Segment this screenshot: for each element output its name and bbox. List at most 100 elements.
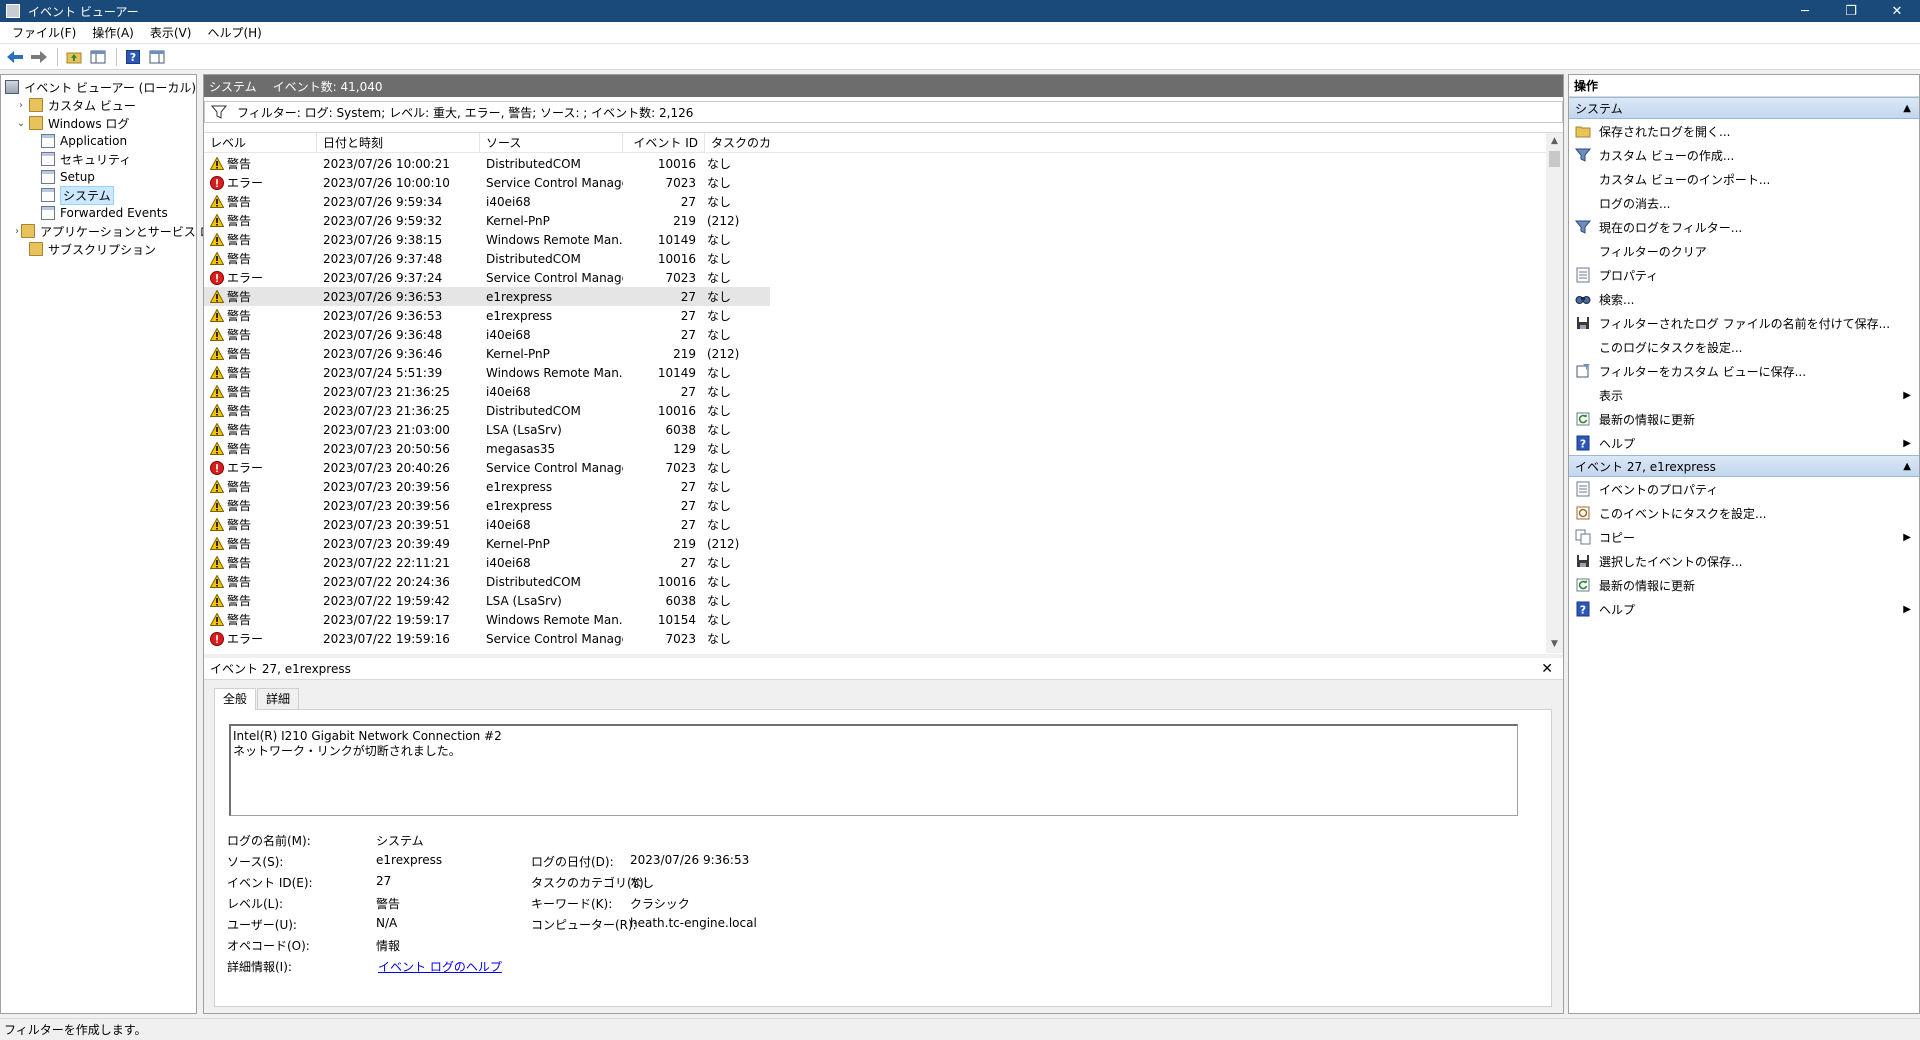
menu-file[interactable]: ファイル(F) <box>4 24 84 41</box>
tree-item[interactable]: Forwarded Events <box>1 204 196 222</box>
back-arrow-icon[interactable] <box>4 46 26 68</box>
warning-icon <box>209 593 225 607</box>
event-row[interactable]: 警告 2023/07/22 22:11:21 i40ei68 27 なし <box>204 553 1544 572</box>
action-item[interactable]: ? ヘルプ ▶ <box>1569 431 1919 455</box>
event-row[interactable]: 警告 2023/07/23 21:36:25 i40ei68 27 なし <box>204 382 1544 401</box>
tree-item-label: Forwarded Events <box>60 206 168 220</box>
collapse-caret-icon[interactable]: ▲ <box>1903 461 1911 472</box>
action-item[interactable]: コピー ▶ <box>1569 525 1919 549</box>
event-row[interactable]: 警告 2023/07/26 9:59:32 Kernel-PnP 219 (212) <box>204 211 1544 230</box>
action-item[interactable]: フィルターされたログ ファイルの名前を付けて保存... <box>1569 311 1919 335</box>
event-date: 2023/07/26 9:36:46 <box>323 346 443 361</box>
action-item[interactable]: 最新の情報に更新 <box>1569 573 1919 597</box>
action-item[interactable]: このイベントにタスクを設定... <box>1569 501 1919 525</box>
event-list-scrollbar[interactable]: ▲ ▼ <box>1546 133 1563 653</box>
action-item[interactable]: 現在のログをフィルター... <box>1569 215 1919 239</box>
tree-item[interactable]: Setup <box>1 168 196 186</box>
tree-item[interactable]: システム <box>1 185 196 205</box>
minimize-button[interactable]: ─ <box>1782 0 1828 22</box>
event-row[interactable]: エラー 2023/07/26 9:37:24 Service Control Man… <box>204 268 1544 287</box>
event-row[interactable]: エラー 2023/07/23 20:40:26 Service Control Ma… <box>204 458 1544 477</box>
close-details-icon[interactable]: ✕ <box>1541 661 1553 677</box>
event-row[interactable]: 警告 2023/07/23 20:50:56 megasas35 129 なし <box>204 439 1544 458</box>
tab-general[interactable]: 全般 <box>214 688 257 710</box>
event-row[interactable]: 警告 2023/07/22 19:59:42 LSA (LsaSrv) 6038 なし <box>204 591 1544 610</box>
scroll-up-arrow-icon[interactable]: ▲ <box>1546 133 1563 150</box>
collapse-caret-icon[interactable]: ▲ <box>1903 103 1911 114</box>
action-item[interactable]: フィルターのクリア <box>1569 239 1919 263</box>
expand-chevron-icon[interactable]: ⌄ <box>15 118 27 129</box>
forward-arrow-icon[interactable] <box>28 46 50 68</box>
event-row[interactable]: 警告 2023/07/26 9:36:53 e1rexpress 27 なし <box>204 287 770 306</box>
action-item[interactable]: ? ヘルプ ▶ <box>1569 597 1919 621</box>
event-row[interactable]: 警告 2023/07/23 20:39:49 Kernel-PnP 219 (212) <box>204 534 1544 553</box>
warning-icon <box>209 403 225 417</box>
event-row[interactable]: エラー 2023/07/26 10:00:10 Service Control Ma… <box>204 173 1544 192</box>
event-description[interactable]: Intel(R) I210 Gigabit Network Connection… <box>229 724 1518 816</box>
action-item[interactable]: プロパティ <box>1569 263 1919 287</box>
event-row[interactable]: 警告 2023/07/23 20:39:56 e1rexpress 27 なし <box>204 496 1544 515</box>
event-row[interactable]: 警告 2023/07/26 9:59:34 i40ei68 27 なし <box>204 192 1544 211</box>
up-folder-icon[interactable] <box>63 46 85 68</box>
action-item[interactable]: フィルターをカスタム ビューに保存... <box>1569 359 1919 383</box>
column-header-level[interactable]: レベル <box>204 132 317 153</box>
action-item[interactable]: イベントのプロパティ <box>1569 477 1919 501</box>
event-level: 警告 <box>227 480 252 494</box>
column-header-task-category[interactable]: タスクのカ... <box>705 133 770 153</box>
tree-item[interactable]: セキュリティ <box>1 150 196 168</box>
event-row[interactable]: 警告 2023/07/22 19:59:17 Windows Remote Man.… <box>204 610 1544 629</box>
action-item[interactable]: 選択したイベントの保存... <box>1569 549 1919 573</box>
action-item[interactable]: ログの消去... <box>1569 191 1919 215</box>
restore-button[interactable]: ❐ <box>1828 0 1874 22</box>
tab-details[interactable]: 詳細 <box>257 688 300 709</box>
scrollbar-thumb[interactable] <box>1549 151 1560 167</box>
event-row[interactable]: 警告 2023/07/26 9:37:48 DistributedCOM 10016 な… <box>204 249 1544 268</box>
menu-action[interactable]: 操作(A) <box>84 24 142 41</box>
tree-item[interactable]: › アプリケーションとサービス ログ <box>1 222 224 240</box>
event-row[interactable]: エラー 2023/07/22 19:59:16 Service Control Ma… <box>204 629 1544 648</box>
action-item[interactable]: 検索... <box>1569 287 1919 311</box>
event-source: e1rexpress <box>486 289 553 304</box>
event-level-cell: 警告 <box>204 573 317 590</box>
event-row[interactable]: 警告 2023/07/26 9:36:48 i40ei68 27 なし <box>204 325 1544 344</box>
show-hide-action-pane-icon[interactable] <box>146 46 168 68</box>
help-icon[interactable]: ? <box>122 46 144 68</box>
column-header-event-id[interactable]: イベント ID <box>623 132 705 153</box>
menu-view[interactable]: 表示(V) <box>142 24 200 41</box>
event-row[interactable]: 警告 2023/07/23 21:36:25 DistributedCOM 10016… <box>204 401 1544 420</box>
event-id: 10016 <box>657 251 696 266</box>
tree-item[interactable]: Application <box>1 132 196 150</box>
event-row[interactable]: 警告 2023/07/23 21:03:00 LSA (LsaSrv) 6038 なし <box>204 420 1544 439</box>
action-item[interactable]: 最新の情報に更新 <box>1569 407 1919 431</box>
action-item[interactable]: 表示 ▶ <box>1569 383 1919 407</box>
event-row[interactable]: 警告 2023/07/24 5:51:39 Windows Remote Man..… <box>204 363 1544 382</box>
action-item[interactable]: カスタム ビューの作成... <box>1569 143 1919 167</box>
action-item[interactable]: カスタム ビューのインポート... <box>1569 167 1919 191</box>
tree-item[interactable]: › カスタム ビュー <box>1 96 196 114</box>
expand-chevron-icon[interactable]: › <box>15 226 19 237</box>
tree-item[interactable]: ⌄ Windows ログ <box>1 114 196 132</box>
tree-item[interactable]: サブスクリプション <box>1 240 196 258</box>
event-log-help-link[interactable]: イベント ログのヘルプ <box>378 958 502 975</box>
event-row[interactable]: 警告 2023/07/23 20:39:51 i40ei68 27 なし <box>204 515 1544 534</box>
action-item[interactable]: 保存されたログを開く... <box>1569 119 1919 143</box>
show-hide-console-tree-icon[interactable] <box>87 46 109 68</box>
event-row[interactable]: 警告 2023/07/23 20:39:56 e1rexpress 27 なし <box>204 477 1544 496</box>
menu-help[interactable]: ヘルプ(H) <box>199 24 269 41</box>
column-header-date[interactable]: 日付と時刻 <box>317 132 480 153</box>
actions-section-header[interactable]: システム ▲ <box>1569 97 1919 119</box>
event-row[interactable]: 警告 2023/07/26 9:36:53 e1rexpress 27 なし <box>204 306 1544 325</box>
event-row[interactable]: 警告 2023/07/26 9:36:46 Kernel-PnP 219 (212) <box>204 344 1544 363</box>
actions-section-header[interactable]: イベント 27, e1rexpress ▲ <box>1569 455 1919 477</box>
save-icon <box>1575 315 1591 331</box>
event-row[interactable]: 警告 2023/07/26 9:38:15 Windows Remote Man..… <box>204 230 1544 249</box>
close-window-button[interactable]: ✕ <box>1874 0 1920 22</box>
event-row[interactable]: 警告 2023/07/26 10:00:21 DistributedCOM 10016… <box>204 154 1544 173</box>
column-header-source[interactable]: ソース <box>480 132 623 153</box>
event-source: Service Control Manager <box>486 460 623 475</box>
event-row[interactable]: 警告 2023/07/22 20:24:36 DistributedCOM 10016… <box>204 572 1544 591</box>
scroll-down-arrow-icon[interactable]: ▼ <box>1546 636 1563 653</box>
tree-item[interactable]: イベント ビューアー (ローカル) <box>1 78 196 96</box>
expand-chevron-icon[interactable]: › <box>15 100 27 111</box>
action-item[interactable]: このログにタスクを設定... <box>1569 335 1919 359</box>
